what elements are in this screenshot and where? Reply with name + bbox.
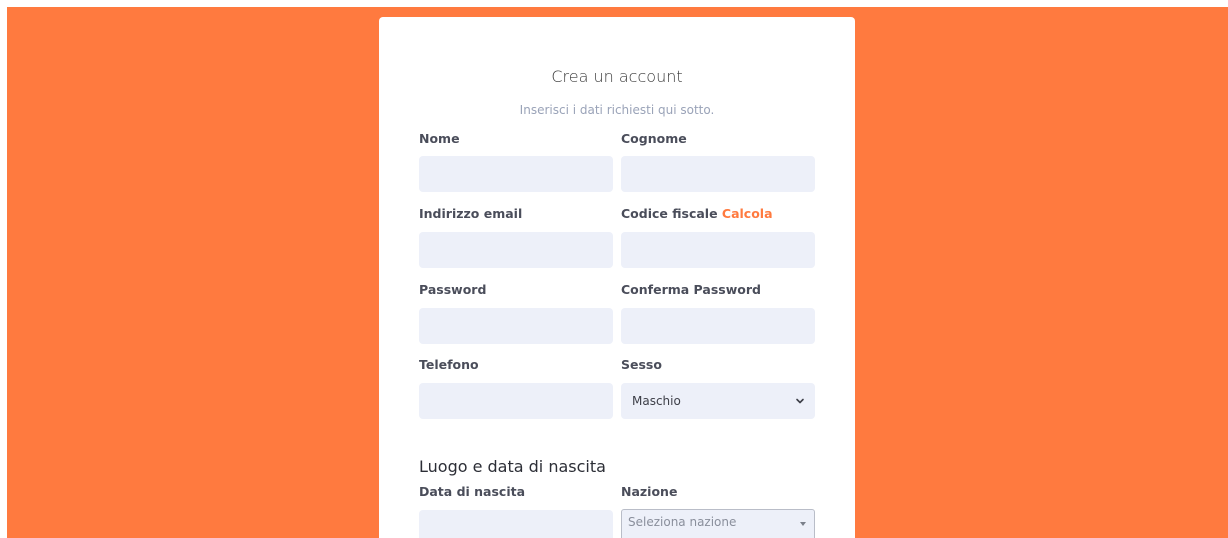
sesso-label: Sesso [621,357,662,372]
cognome-input[interactable] [621,156,815,192]
birth-section-title: Luogo e data di nascita [419,457,606,476]
conferma-password-label: Conferma Password [621,282,761,297]
signup-card: Crea un account Inserisci i dati richies… [379,17,855,538]
email-label: Indirizzo email [419,206,523,221]
cognome-label: Cognome [621,131,687,146]
calcola-link[interactable]: Calcola [722,206,773,221]
conferma-password-input[interactable] [621,308,815,344]
chevron-down-icon [796,398,804,404]
nazione-label: Nazione [621,484,678,499]
email-input[interactable] [419,232,613,268]
form-subtitle: Inserisci i dati richiesti qui sotto. [519,103,715,117]
page-background: Crea un account Inserisci i dati richies… [7,7,1228,538]
password-label: Password [419,282,487,297]
telefono-input[interactable] [419,383,613,419]
password-input[interactable] [419,308,613,344]
caret-down-icon [800,522,806,526]
telefono-label: Telefono [419,357,479,372]
codice-fiscale-label-group: Codice fiscale Calcola [621,206,773,221]
sesso-selected-value: Maschio [632,394,681,408]
nazione-placeholder: Seleziona nazione [628,515,737,529]
form-title: Crea un account [551,67,683,86]
data-nascita-input[interactable] [419,510,613,538]
codice-fiscale-input[interactable] [621,232,815,268]
data-nascita-label: Data di nascita [419,484,526,499]
nazione-select[interactable]: Seleziona nazione [621,509,815,538]
nome-input[interactable] [419,156,613,192]
nome-label: Nome [419,131,460,146]
codice-fiscale-label: Codice fiscale [621,206,718,221]
sesso-select[interactable]: Maschio [621,383,815,419]
